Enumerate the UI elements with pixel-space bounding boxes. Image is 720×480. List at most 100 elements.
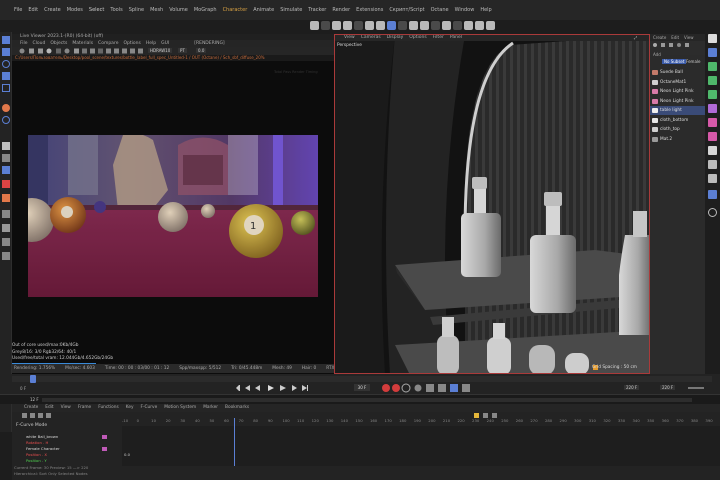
lock-icon[interactable] <box>2 224 10 232</box>
toolbar-button[interactable] <box>409 21 418 30</box>
menu-item-select[interactable]: Select <box>89 0 104 20</box>
timeline-menu-edit[interactable]: Edit <box>45 404 53 412</box>
frame-left-field[interactable]: 0 F <box>20 386 26 391</box>
coordinate-icon[interactable] <box>2 104 10 112</box>
timeline-playhead[interactable] <box>234 418 235 466</box>
vp-menu-cameras[interactable]: Cameras <box>361 35 381 41</box>
menu-item-spline[interactable]: Spline <box>129 0 144 20</box>
track-key-icon[interactable] <box>102 435 107 439</box>
toolbar-button[interactable] <box>420 21 429 30</box>
object-row[interactable]: cloth_bottom <box>650 116 705 125</box>
scale-tool-icon[interactable] <box>2 72 10 80</box>
timeline-menu-functions[interactable]: Functions <box>98 404 119 412</box>
om-menu-edit[interactable]: Edit <box>671 34 679 41</box>
curve-area[interactable] <box>122 426 720 466</box>
menu-item-скрипт-script[interactable]: Скрипт/Script <box>389 0 424 20</box>
end-frame-field[interactable]: 220 F <box>624 385 640 390</box>
menu-item-modes[interactable]: Modes <box>67 0 83 20</box>
cube-icon[interactable] <box>708 34 717 43</box>
playhead-handle[interactable] <box>30 375 36 383</box>
field-icon[interactable] <box>708 90 717 99</box>
toolbar-button[interactable] <box>387 21 396 30</box>
toolbar-button[interactable] <box>464 21 473 30</box>
menu-item-volume[interactable]: Volume <box>169 0 188 20</box>
toolbar-button[interactable] <box>365 21 374 30</box>
toolbar-button[interactable] <box>453 21 462 30</box>
vp-menu-display[interactable]: Display <box>387 35 404 41</box>
menu-item-simulate[interactable]: Simulate <box>280 0 302 20</box>
lv-field-b[interactable]: 0.0 <box>196 48 207 53</box>
vp-menu-panel[interactable]: Panel <box>450 35 462 41</box>
snap-icon[interactable] <box>2 238 10 246</box>
toolbar-button[interactable] <box>486 21 495 30</box>
viewport-nav-icon[interactable]: ⤢ <box>634 35 646 41</box>
toolbar-button[interactable] <box>442 21 451 30</box>
zoom-slider[interactable] <box>688 387 704 389</box>
menu-item-mesh[interactable]: Mesh <box>150 0 163 20</box>
lv-menu-cloud[interactable]: Cloud <box>33 40 46 47</box>
viewport-scene[interactable] <box>335 35 650 374</box>
current-frame-field[interactable]: 30 F <box>354 384 370 391</box>
toolbar-button[interactable] <box>376 21 385 30</box>
object-row[interactable]: cloth_top <box>650 125 705 134</box>
tab-no-subset[interactable]: No Subset <box>662 59 687 64</box>
timeline-menu-frame[interactable]: Frame <box>78 404 91 412</box>
brush-icon[interactable] <box>2 180 10 188</box>
light-icon[interactable] <box>708 160 717 169</box>
toolbar-button[interactable] <box>475 21 484 30</box>
lv-menu-objects[interactable]: Objects <box>50 40 67 47</box>
menu-item-mograph[interactable]: MoGraph <box>194 0 217 20</box>
menu-item-render[interactable]: Render <box>332 0 350 20</box>
object-row[interactable]: Suede Ball <box>650 68 705 77</box>
perspective-viewport[interactable]: View Cameras Display Options Filter Pane… <box>334 34 650 374</box>
deformer-icon[interactable] <box>708 76 717 85</box>
polygons-mode-icon[interactable] <box>2 166 10 174</box>
object-row[interactable]: table light <box>650 106 705 115</box>
menu-item-character[interactable]: Character <box>223 0 248 20</box>
axis-icon[interactable] <box>2 116 10 124</box>
magnet-icon[interactable] <box>2 210 10 218</box>
lv-toolbar-icons[interactable] <box>12 47 334 55</box>
timeline-menu-marker[interactable]: Marker <box>203 404 218 412</box>
menu-item-file[interactable]: File <box>14 0 22 20</box>
menu-item-help[interactable]: Help <box>480 0 491 20</box>
menu-item-edit[interactable]: Edit <box>28 0 38 20</box>
lv-menu-gui[interactable]: GUI <box>161 40 169 47</box>
move-tool-icon[interactable] <box>2 48 10 56</box>
toolbar-button[interactable] <box>354 21 363 30</box>
effector-icon[interactable] <box>708 118 717 127</box>
rotate-tool-icon[interactable] <box>2 60 10 68</box>
knife-icon[interactable] <box>2 194 10 202</box>
toolbar-button[interactable] <box>431 21 440 30</box>
timeline-menu-key[interactable]: Key <box>126 404 134 412</box>
material-icon[interactable] <box>708 190 717 199</box>
menu-item-extensions[interactable]: Extensions <box>356 0 383 20</box>
menu-item-window[interactable]: Window <box>455 0 475 20</box>
range-slider[interactable] <box>42 398 692 402</box>
select-tool-icon[interactable] <box>2 36 10 44</box>
settings-icon[interactable] <box>708 208 717 217</box>
menu-item-octane[interactable]: Octane <box>431 0 449 20</box>
toolbar-button[interactable] <box>343 21 352 30</box>
mograph-icon[interactable] <box>708 104 717 113</box>
timeline-menu-f-curve[interactable]: F-Curve <box>141 404 158 412</box>
toolbar-button[interactable] <box>398 21 407 30</box>
vp-menu-options[interactable]: Options <box>409 35 426 41</box>
toolbar-button[interactable] <box>321 21 330 30</box>
timeline-menu-bookmarks[interactable]: Bookmarks <box>225 404 249 412</box>
timeline-menu-create[interactable]: Create <box>24 404 38 412</box>
generator-icon[interactable] <box>708 62 717 71</box>
frame-slider[interactable] <box>12 376 712 382</box>
track-row[interactable]: Position . Y <box>12 458 120 464</box>
object-row[interactable]: Neon Light Pink <box>650 97 705 106</box>
timeline-toolbar[interactable] <box>20 412 130 420</box>
vp-menu-view[interactable]: View <box>344 35 355 41</box>
menu-item-tracker[interactable]: Tracker <box>308 0 326 20</box>
timeline-menu-view[interactable]: View <box>61 404 71 412</box>
om-menu-view[interactable]: View <box>684 34 694 41</box>
points-mode-icon[interactable] <box>2 142 10 150</box>
transport-controls[interactable] <box>236 383 326 393</box>
edges-mode-icon[interactable] <box>2 154 10 162</box>
toolbar-button[interactable] <box>332 21 341 30</box>
object-row[interactable]: Mat.2 <box>650 135 705 144</box>
